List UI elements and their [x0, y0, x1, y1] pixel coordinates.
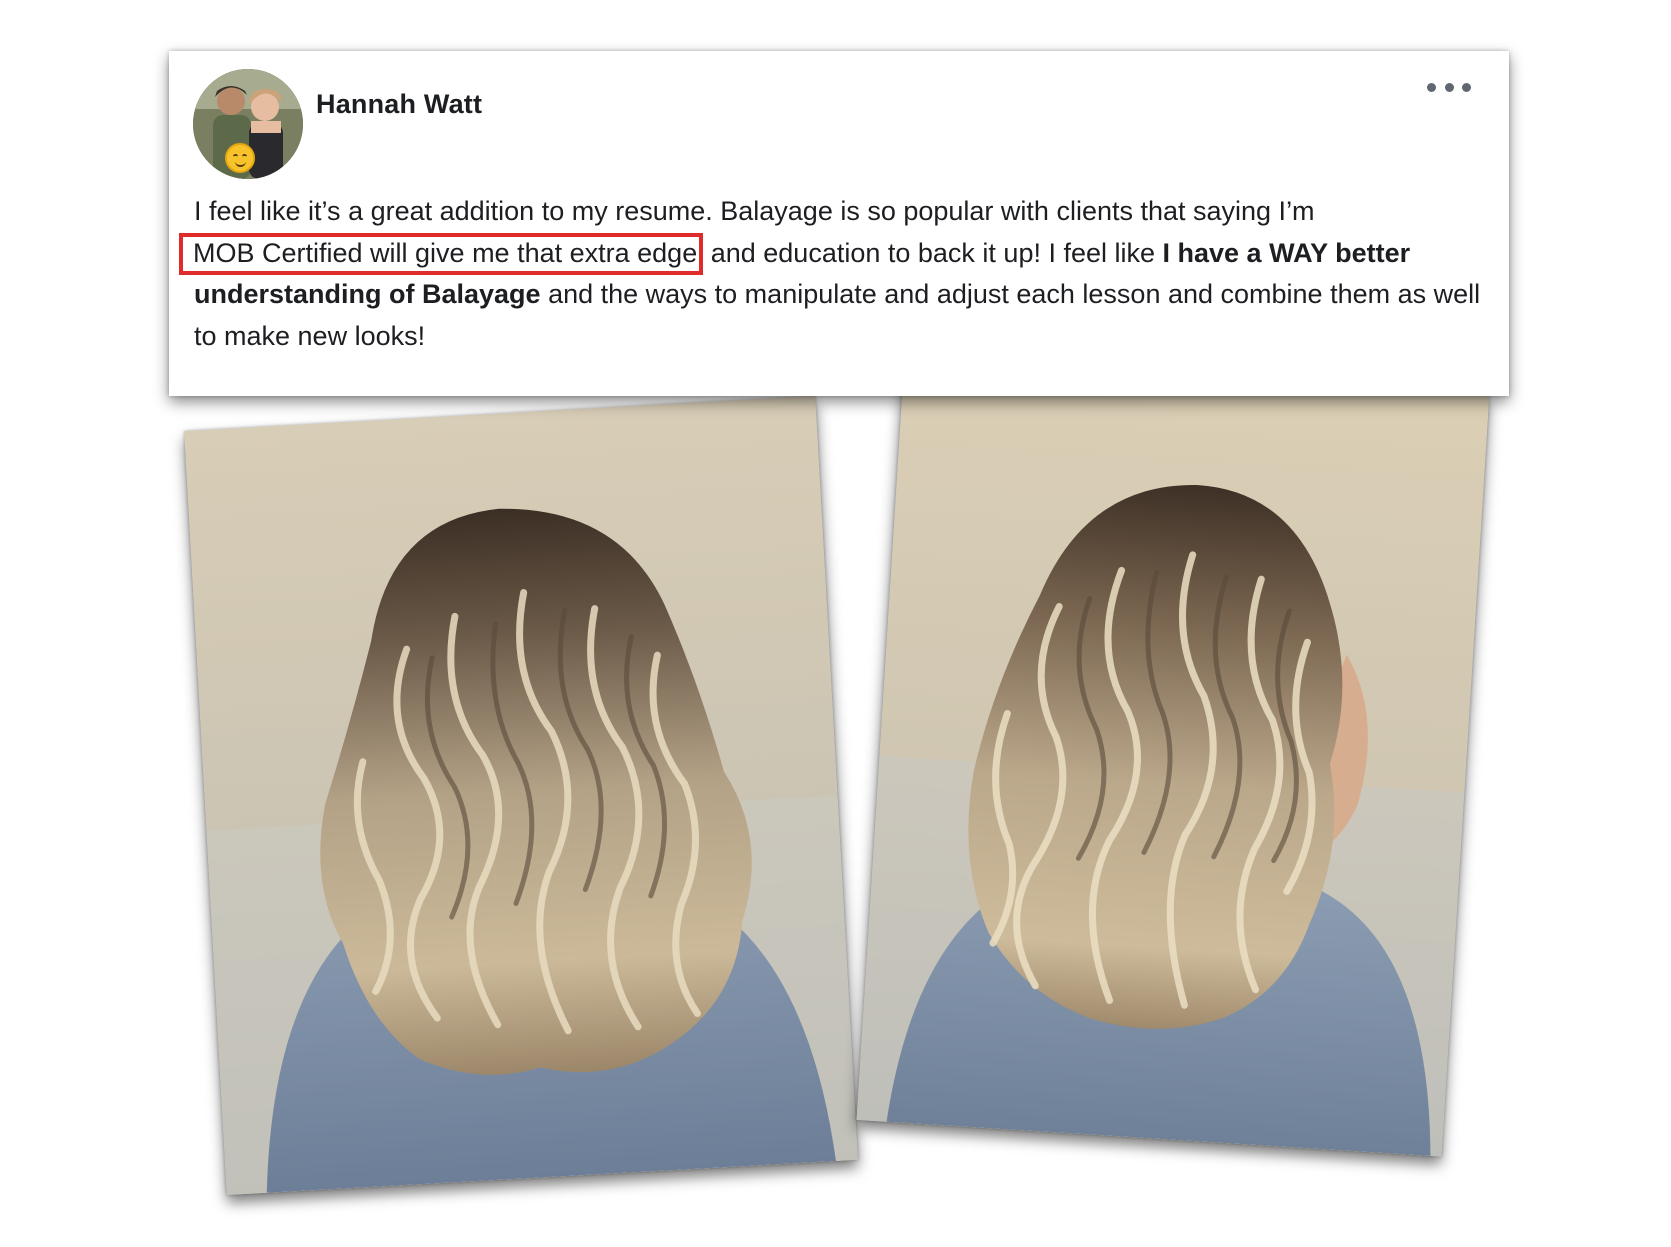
balayage-hair-side-image	[856, 356, 1490, 1157]
three-dots-icon	[1427, 82, 1436, 92]
hair-photo-side	[856, 356, 1490, 1157]
hair-photo-back	[184, 395, 858, 1196]
author-name[interactable]: Hannah Watt	[316, 89, 482, 120]
post-text-after-highlight: and education to back it up! I feel like	[703, 237, 1163, 268]
highlighted-phrase: MOB Certified will give me that extra ed…	[179, 232, 704, 275]
more-options-button[interactable]	[1427, 77, 1471, 97]
post-card: Hannah Watt I feel like it’s a great add…	[169, 51, 1509, 396]
post-body: I feel like it’s a great addition to my …	[179, 191, 1484, 357]
smiling-emoji-icon	[225, 143, 255, 173]
post-text-line1: I feel like it’s a great addition to my …	[194, 196, 1315, 226]
balayage-hair-back-image	[184, 395, 858, 1196]
